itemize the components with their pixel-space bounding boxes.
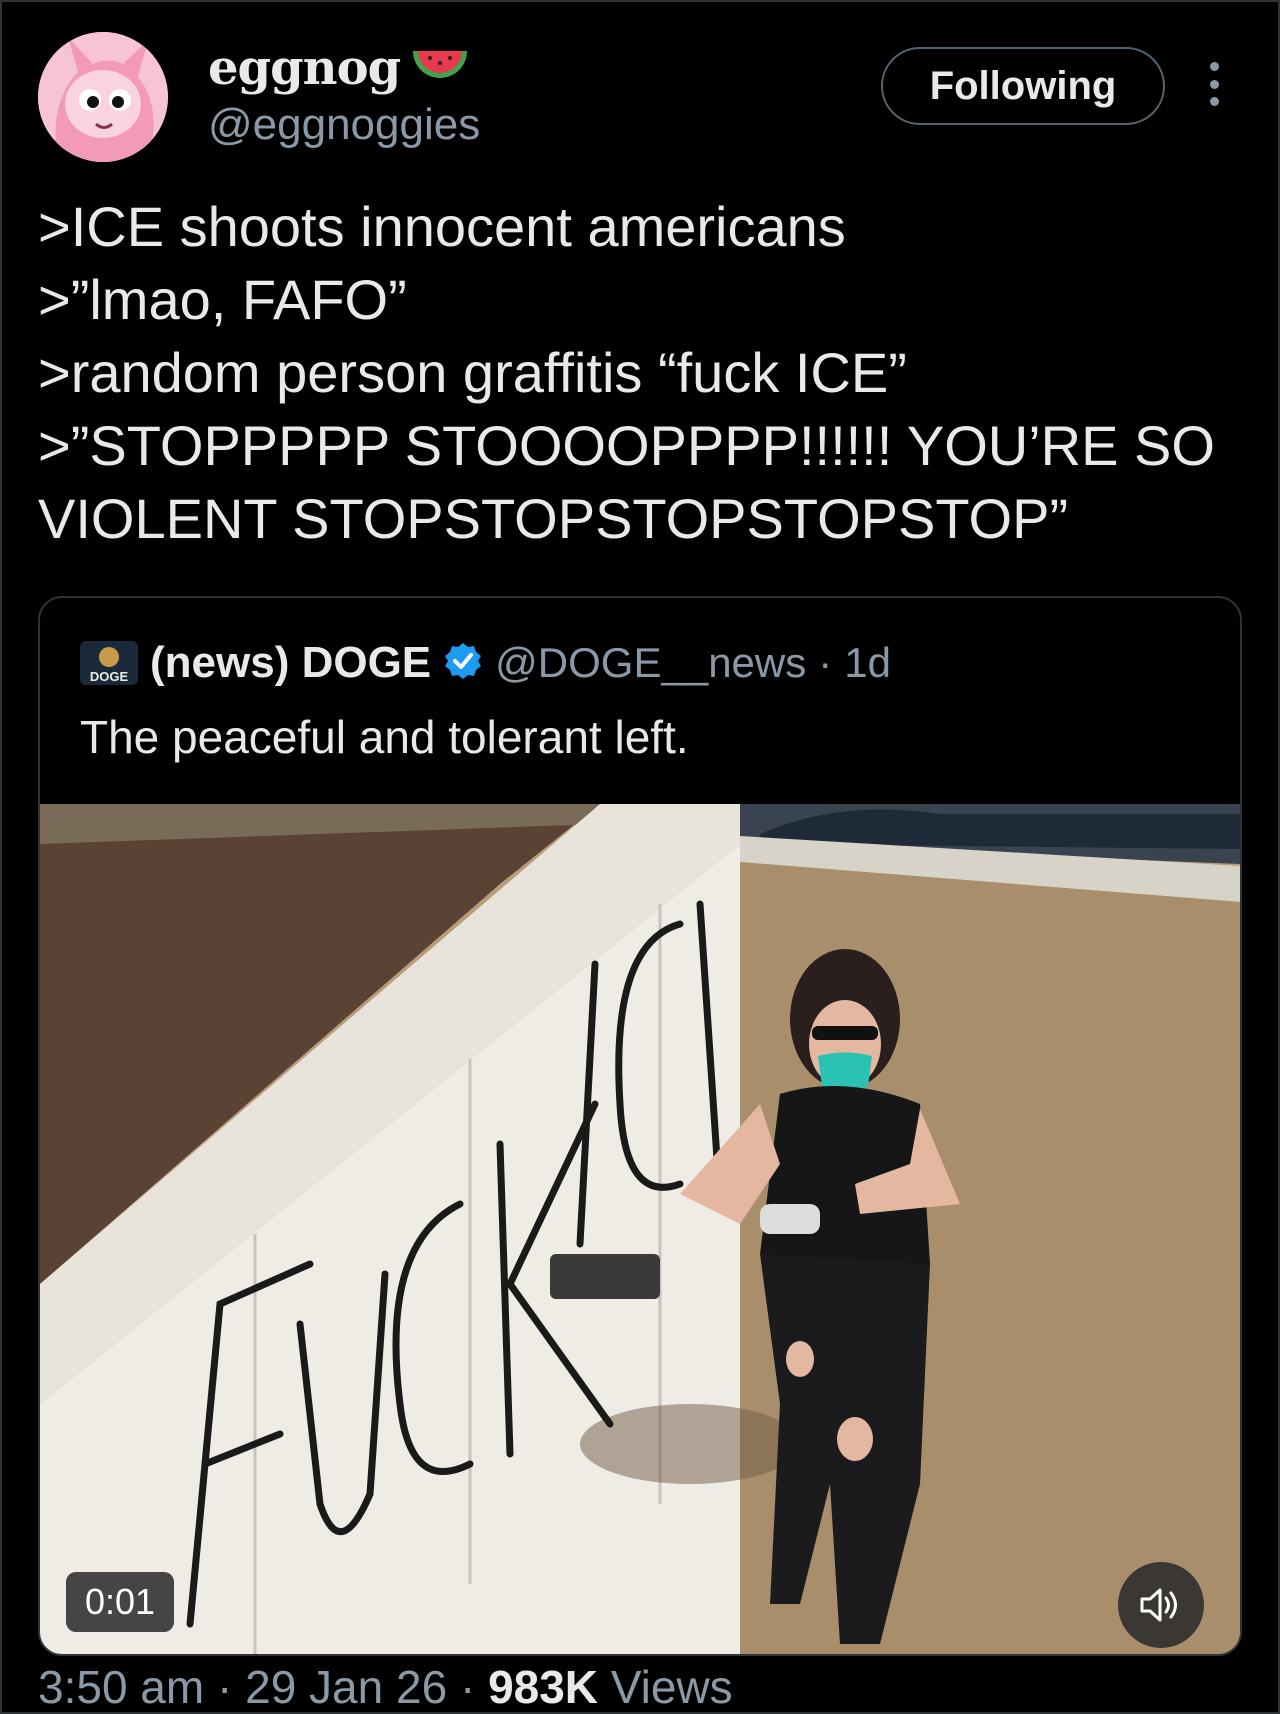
quote-tweet-card[interactable]: DOGE (news) DOGE @DOGE__news · 1d The pe… xyxy=(38,596,1242,1656)
author-name-row: eggnog xyxy=(208,40,470,96)
watermelon-icon xyxy=(410,46,470,91)
more-vertical-icon[interactable] xyxy=(1196,62,1232,106)
quote-display-name[interactable]: (news) DOGE xyxy=(150,638,431,688)
quote-avatar-text: DOGE xyxy=(90,669,129,684)
avatar-image xyxy=(38,32,168,162)
tweet-time[interactable]: 3:50 am xyxy=(38,1661,204,1713)
tweet-date[interactable]: 29 Jan 26 xyxy=(245,1661,447,1713)
quote-age[interactable]: 1d xyxy=(844,639,891,687)
tweet-meta: 3:50 am · 29 Jan 26 · 983K Views xyxy=(38,1660,733,1714)
tweet-text: >ICE shoots innocent americans >”lmao, F… xyxy=(38,190,1258,555)
quote-header: DOGE (news) DOGE @DOGE__news · 1d xyxy=(80,638,891,688)
tweet-line: >random person graffitis “fuck ICE” xyxy=(38,341,907,404)
author-avatar[interactable] xyxy=(38,32,168,162)
tweet-line: >”lmao, FAFO” xyxy=(38,268,407,331)
video-time-badge: 0:01 xyxy=(66,1572,174,1632)
video-frame xyxy=(40,804,1240,1654)
author-display-name[interactable]: eggnog xyxy=(208,40,401,96)
views-label: Views xyxy=(610,1661,733,1713)
meta-separator: · xyxy=(459,1661,476,1713)
quote-handle[interactable]: @DOGE__news xyxy=(495,639,806,687)
verified-badge-icon xyxy=(443,641,483,686)
quote-avatar[interactable]: DOGE xyxy=(80,641,138,685)
quote-text: The peaceful and tolerant left. xyxy=(80,711,689,763)
views-count[interactable]: 983K xyxy=(488,1661,598,1713)
video-player[interactable]: 0:01 xyxy=(40,804,1240,1654)
quote-separator: · xyxy=(818,639,833,686)
volume-icon[interactable] xyxy=(1118,1562,1204,1648)
author-handle[interactable]: @eggnoggies xyxy=(208,100,480,150)
following-button[interactable]: Following xyxy=(881,47,1165,125)
tweet-line: >”STOPPPPP STOOOOPPPP!!!!!! YOU’RE SO xyxy=(38,414,1215,477)
tweet-line: VIOLENT STOPSTOPSTOPSTOPSTOP” xyxy=(38,487,1069,550)
tweet-line: >ICE shoots innocent americans xyxy=(38,195,846,258)
meta-separator: · xyxy=(217,1661,233,1713)
